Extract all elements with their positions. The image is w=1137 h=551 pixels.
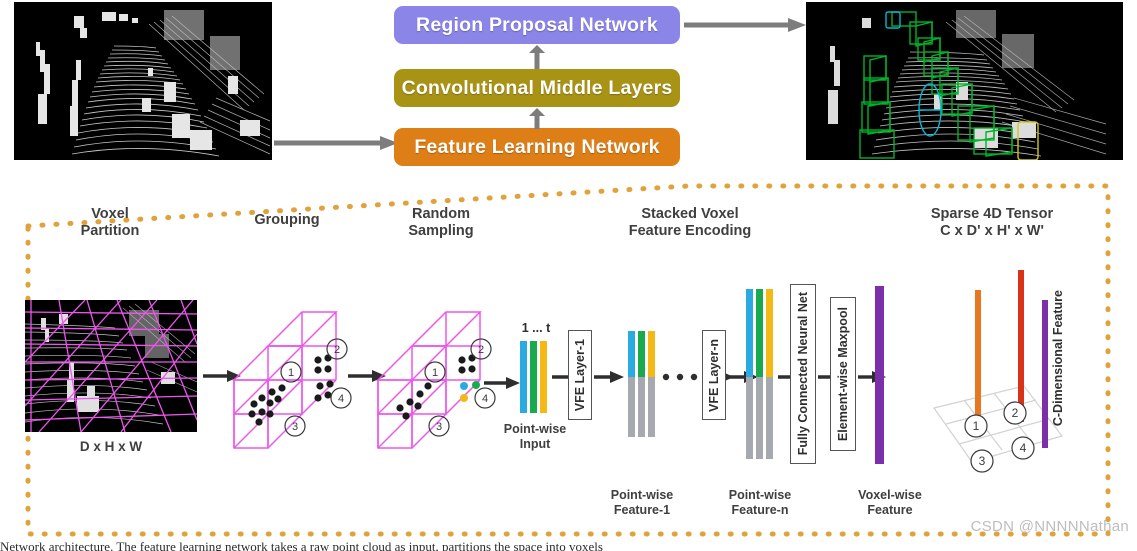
pointwise-feature-n-bar-green — [756, 289, 763, 377]
svg-text:2: 2 — [334, 344, 340, 356]
svg-text:4: 4 — [482, 393, 488, 405]
element-wise-maxpool-label: Element-wise Maxpool — [836, 306, 850, 442]
grouping-voxel-diagram: 1 2 3 4 — [232, 311, 352, 449]
svg-text:2: 2 — [1012, 406, 1019, 420]
svg-text:1: 1 — [432, 367, 438, 379]
caption-voxel-partition-dims: D x H x W — [79, 439, 143, 454]
section-title-sparse-4d-tensor: Sparse 4D Tensor C x D' x H' x W' — [930, 206, 1054, 239]
section-title-voxel-partition: Voxel Partition — [80, 206, 140, 239]
pointwise-feature-1-bar-cyan — [628, 331, 635, 377]
caption-pointwise-input: Point-wise Input — [503, 422, 567, 451]
figure-caption: Network architecture. The feature learni… — [0, 539, 603, 551]
random-sampling-voxel-diagram: 1 2 3 4 — [376, 311, 496, 449]
vfe-layer-1-box[interactable]: VFE Layer-1 — [568, 330, 592, 420]
arrow-middle-layers-to-region-proposal — [529, 45, 545, 69]
pipeline-box-label: Feature Learning Network — [414, 135, 660, 158]
arrow-vfe-layer-n-to-feature-n — [728, 371, 758, 383]
vfe-layer-n-label: VFE Layer-n — [707, 338, 721, 412]
watermark: CSDN @NNNNNathan — [970, 518, 1129, 535]
svg-text:3: 3 — [979, 454, 986, 468]
svg-text:2: 2 — [478, 344, 484, 356]
arrow-feature-learning-to-middle-layers — [529, 108, 545, 129]
pointwise-input-bar-yellow — [540, 341, 547, 413]
element-wise-maxpool-box[interactable]: Element-wise Maxpool — [830, 297, 856, 451]
pointwise-feature-n-bar-yellow — [766, 289, 773, 377]
arrow-vfe-layer-1-to-feature-1 — [594, 371, 624, 383]
svg-text:3: 3 — [436, 421, 442, 433]
pointwise-feature-1-bar-green-gray — [638, 377, 645, 437]
section-title-stacked-voxel-feature-encoding: Stacked Voxel Feature Encoding — [628, 206, 752, 239]
diagram-canvas: Region Proposal Network Convolutional Mi… — [0, 0, 1137, 551]
section-title-grouping: Grouping — [254, 212, 320, 228]
pointwise-input-bar-cyan — [520, 341, 527, 413]
pipeline-box-label: Convolutional Middle Layers — [401, 76, 673, 99]
svg-text:1: 1 — [973, 419, 980, 433]
section-title-random-sampling: Random Sampling — [408, 206, 474, 239]
svg-text:4: 4 — [338, 393, 344, 405]
pointwise-feature-1-bar-cyan-gray — [628, 377, 635, 437]
svg-text:4: 4 — [1020, 441, 1027, 455]
pointwise-feature-1-bar-yellow — [648, 331, 655, 377]
pointwise-feature-1-bar-yellow-gray — [648, 377, 655, 437]
pointwise-input-range-label: 1 ... t — [521, 321, 551, 335]
pointwise-input-bar-green — [530, 341, 537, 413]
pointwise-feature-n-bar-cyan — [746, 289, 753, 377]
c-dimensional-feature-label: C-Dimensional Feature — [1051, 290, 1065, 427]
vfe-layer-1-label: VFE Layer-1 — [573, 338, 587, 412]
fully-connected-neural-net-box[interactable]: Fully Connected Neural Net — [790, 284, 816, 464]
fully-connected-neural-net-label: Fully Connected Neural Net — [796, 292, 810, 456]
caption-pointwise-feature-n: Point-wise Feature-n — [728, 488, 792, 517]
input-point-cloud-image — [14, 2, 272, 160]
svg-text:3: 3 — [292, 421, 298, 433]
voxel-wise-feature-bar — [875, 286, 884, 464]
arrow-sampling-to-pointwise-input — [484, 377, 520, 389]
pointwise-feature-1-bar-green — [638, 331, 645, 377]
caption-pointwise-feature-1: Point-wise Feature-1 — [610, 488, 674, 517]
voxel-partition-image — [25, 300, 197, 432]
arrow-input-to-feature-learning — [274, 136, 398, 150]
vfe-layer-n-box[interactable]: VFE Layer-n — [702, 330, 726, 420]
pipeline-box-label: Region Proposal Network — [416, 13, 658, 36]
svg-text:1: 1 — [288, 367, 294, 379]
pointwise-feature-n-bar-yellow-gray — [766, 377, 773, 459]
pipeline-box-region-proposal-network[interactable]: Region Proposal Network — [394, 6, 680, 44]
arrow-region-proposal-to-output — [684, 18, 806, 32]
output-detection-image — [806, 2, 1123, 160]
pointwise-feature-n-bar-green-gray — [756, 377, 763, 459]
pipeline-box-feature-learning-network[interactable]: Feature Learning Network — [394, 128, 680, 166]
pointwise-feature-n-bar-cyan-gray — [746, 377, 753, 459]
pipeline-box-convolutional-middle-layers[interactable]: Convolutional Middle Layers — [394, 69, 680, 107]
